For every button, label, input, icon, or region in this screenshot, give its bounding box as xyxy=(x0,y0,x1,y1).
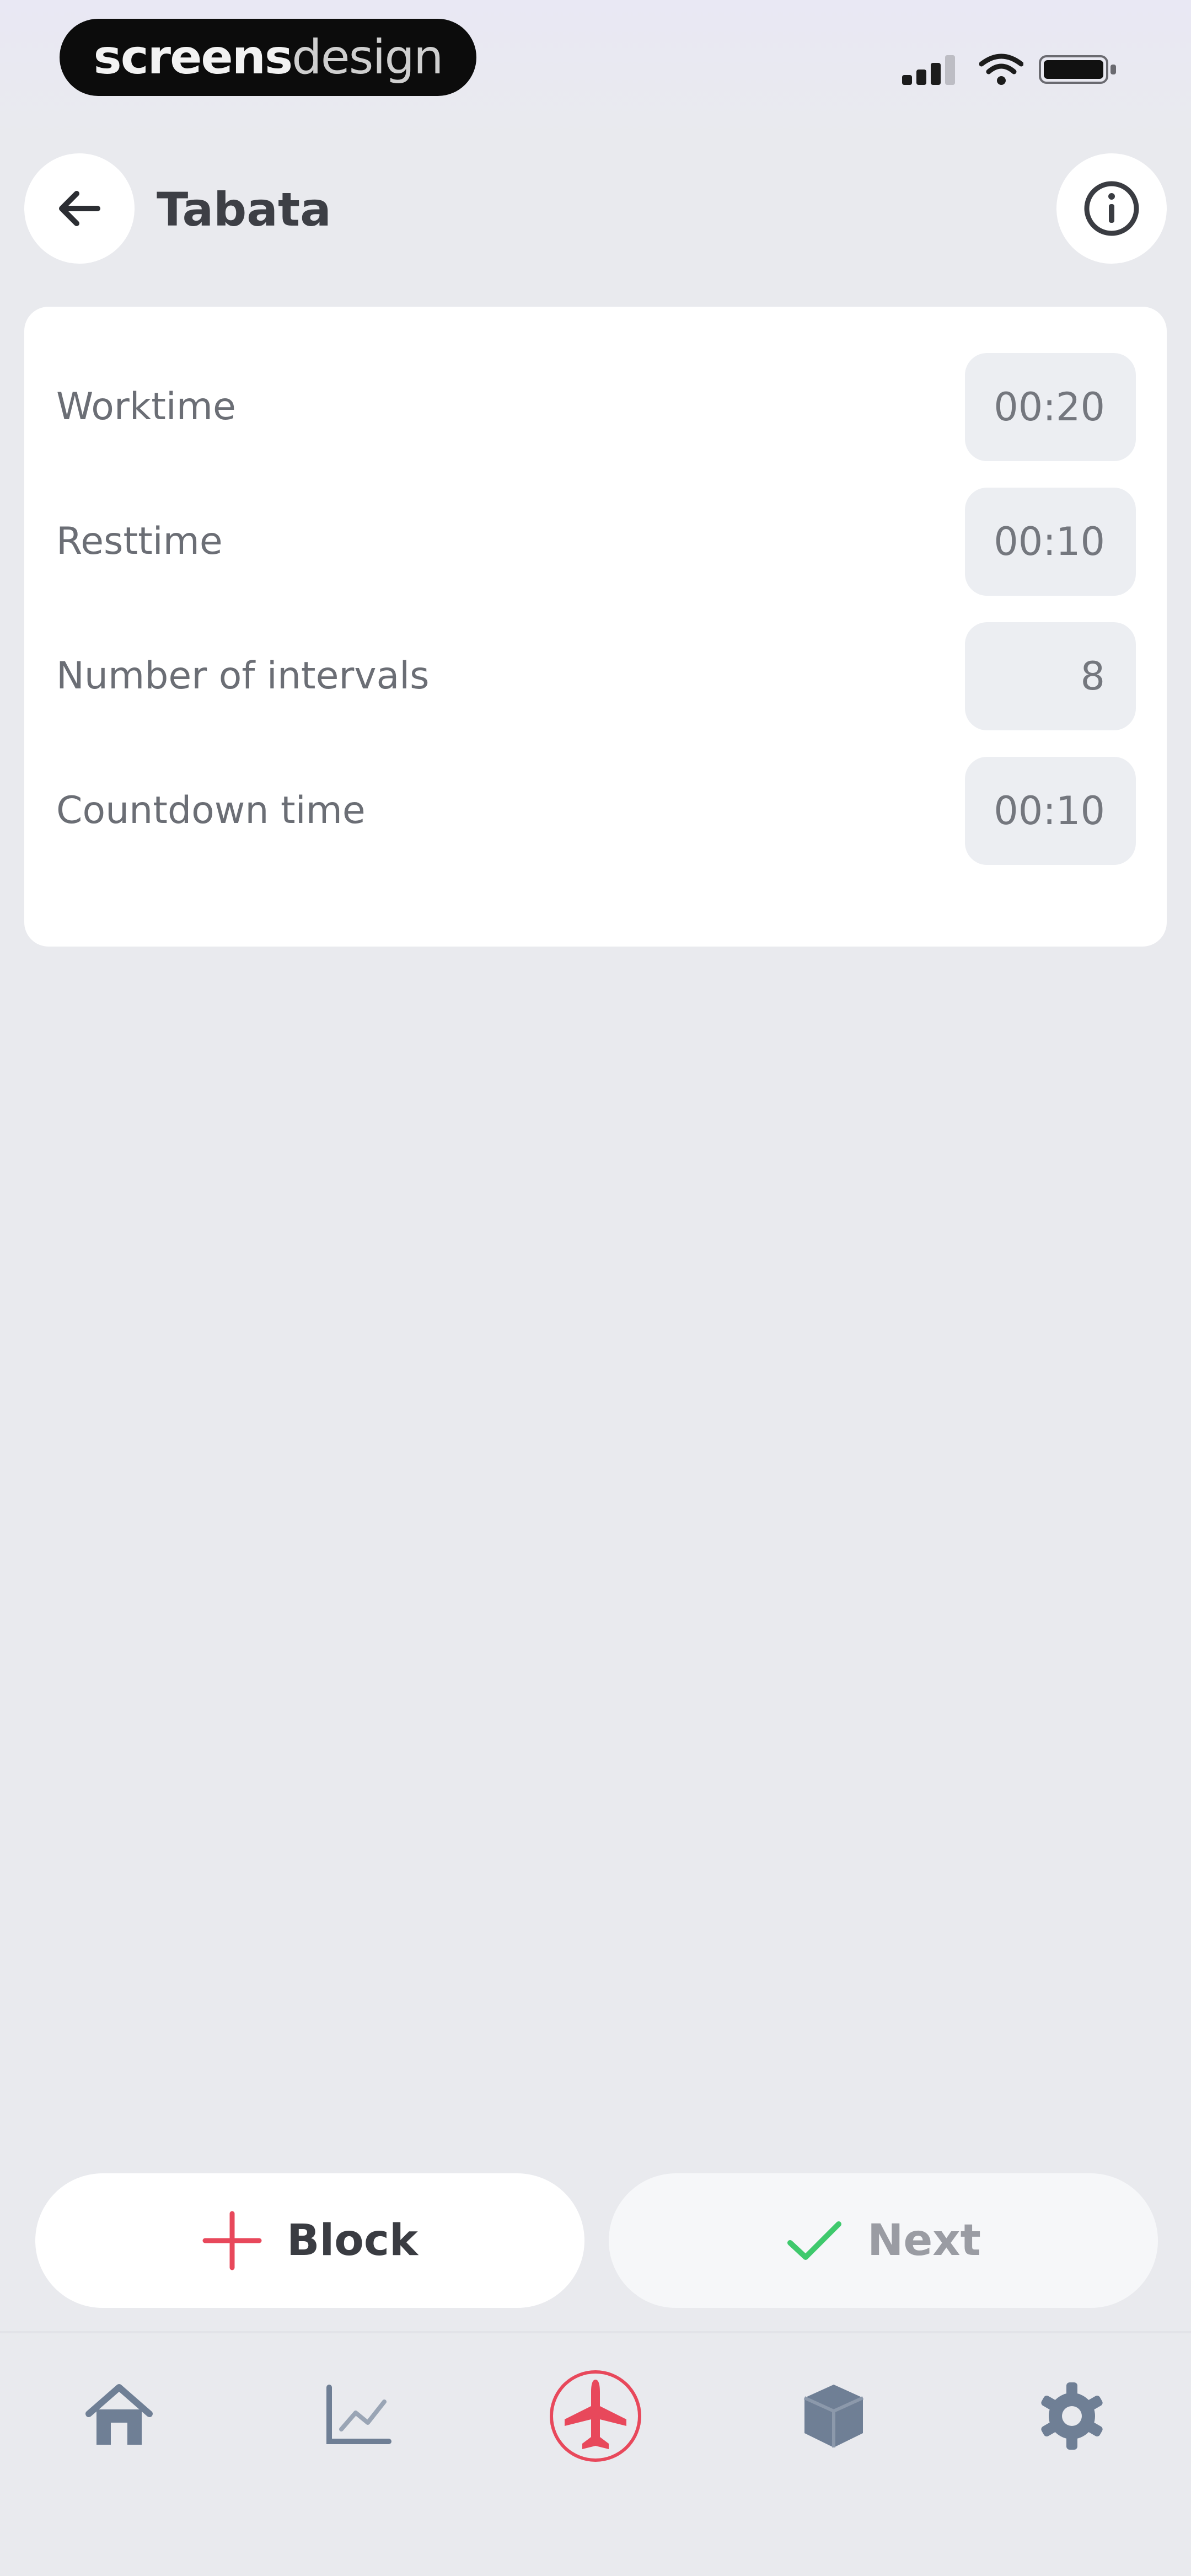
intervals-value-field[interactable]: 8 xyxy=(965,622,1136,730)
countdown-value-field[interactable]: 00:10 xyxy=(965,757,1136,865)
page-title: Tabata xyxy=(157,183,331,237)
battery-icon xyxy=(1039,55,1116,84)
info-icon xyxy=(1084,181,1139,236)
brand-logo: screensdesign xyxy=(60,19,476,96)
resttime-value-field[interactable]: 00:10 xyxy=(965,488,1136,596)
airplane-icon xyxy=(550,2370,641,2462)
setting-label-intervals: Number of intervals xyxy=(56,654,430,698)
setting-row-countdown: Countdown time 00:10 xyxy=(24,755,1167,867)
chart-icon xyxy=(326,2385,391,2444)
next-button[interactable]: Next xyxy=(609,2173,1158,2308)
tab-library[interactable] xyxy=(715,2333,953,2499)
add-block-button[interactable]: Block xyxy=(35,2173,584,2308)
setting-label-countdown: Countdown time xyxy=(56,789,366,832)
home-icon xyxy=(85,2384,153,2445)
setting-row-intervals: Number of intervals 8 xyxy=(24,620,1167,733)
tab-stats[interactable] xyxy=(238,2333,476,2499)
brand-logo-light: design xyxy=(292,30,443,85)
info-button[interactable] xyxy=(1056,153,1167,264)
status-bar: screensdesign xyxy=(0,0,1191,143)
worktime-value-field[interactable]: 00:20 xyxy=(965,353,1136,461)
bottom-tab-bar xyxy=(0,2331,1191,2499)
tab-workout[interactable] xyxy=(476,2333,715,2499)
setting-row-resttime: Resttime 00:10 xyxy=(24,485,1167,598)
add-block-label: Block xyxy=(287,2216,418,2265)
tab-settings[interactable] xyxy=(953,2333,1191,2499)
action-bar: Block Next xyxy=(0,2173,1191,2311)
check-icon xyxy=(787,2221,842,2260)
back-button[interactable] xyxy=(24,153,135,264)
setting-row-worktime: Worktime 00:20 xyxy=(24,351,1167,463)
interval-settings-card: Worktime 00:20 Resttime 00:10 Number of … xyxy=(24,307,1167,947)
next-label: Next xyxy=(867,2216,981,2265)
setting-label-resttime: Resttime xyxy=(56,520,223,563)
gear-icon xyxy=(1041,2382,1103,2450)
cube-icon xyxy=(803,2385,864,2447)
home-indicator-area xyxy=(0,2497,1191,2576)
signal-icon xyxy=(902,55,955,85)
status-icons xyxy=(893,50,1125,88)
plus-icon xyxy=(202,2211,262,2270)
wifi-icon xyxy=(979,54,1023,85)
tab-home[interactable] xyxy=(0,2333,238,2499)
page-header: Tabata xyxy=(0,143,1191,276)
setting-label-worktime: Worktime xyxy=(56,385,236,429)
brand-logo-bold: screens xyxy=(93,30,293,85)
arrow-left-icon xyxy=(59,191,100,226)
